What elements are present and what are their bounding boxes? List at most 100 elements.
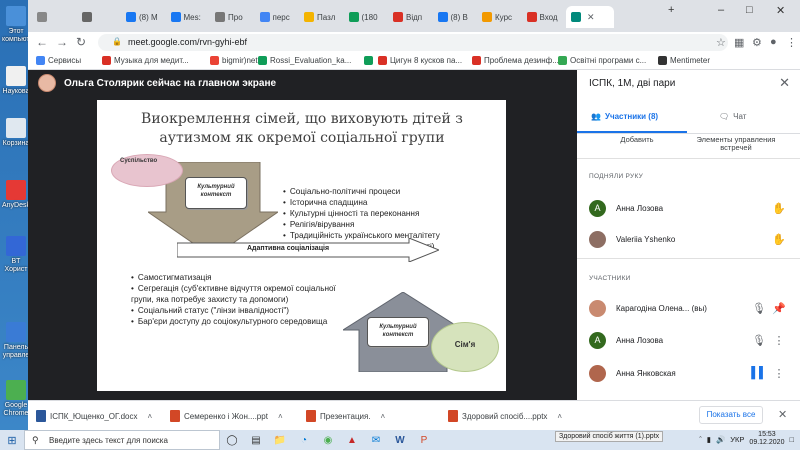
browser-tab[interactable]: Пазл xyxy=(299,6,342,28)
participant-name: Анна Лозова xyxy=(616,203,664,213)
close-icon[interactable]: ✕ xyxy=(779,75,790,91)
add-people-button[interactable]: Добавить xyxy=(607,136,667,144)
puzzle-icon[interactable]: ⚙ xyxy=(752,36,762,49)
up-chevron-icon[interactable]: ˆ xyxy=(699,435,702,444)
bookmark-item[interactable]: Освітні програми с... xyxy=(558,56,646,65)
download-item[interactable]: Здоровий спосіб....pptx ˄ xyxy=(448,406,562,426)
edge-icon[interactable]: ◔ xyxy=(292,430,316,450)
desktop-app-icon xyxy=(6,322,26,342)
desktop-icon[interactable]: Наукова xyxy=(2,66,30,96)
browser-tab[interactable]: Mes: xyxy=(166,6,209,28)
address-bar[interactable]: 🔒 meet.google.com/rvn-gyhi-ebf xyxy=(98,34,728,51)
chevron-up-icon[interactable]: ˄ xyxy=(557,412,562,421)
bookmark-item[interactable]: Проблема дезинф... xyxy=(472,56,559,65)
close-icon[interactable]: ✕ xyxy=(778,408,787,421)
download-item[interactable]: Семеренко і Жон....ppt ˄ xyxy=(170,406,283,426)
browser-tab[interactable]: (8) В xyxy=(433,6,476,28)
more-icon[interactable]: ⋮ xyxy=(769,334,789,347)
close-icon[interactable]: ✕ xyxy=(587,12,595,23)
bookmark-item[interactable]: Цигун 8 кусков па... xyxy=(378,56,462,65)
download-item[interactable]: Презентация. ˄ xyxy=(306,406,385,426)
tab-participants[interactable]: 👥 Участники (8) xyxy=(591,112,658,121)
close-window-icon[interactable]: ✕ xyxy=(776,4,785,17)
back-icon[interactable]: ← xyxy=(36,35,48,49)
tab-chat[interactable]: 🗨 Чат xyxy=(719,112,746,121)
pin-icon[interactable]: 📌 xyxy=(769,302,789,315)
more-icon[interactable]: ⋮ xyxy=(769,367,789,380)
cortana-icon[interactable]: ◯ xyxy=(220,430,244,450)
word-icon[interactable]: W xyxy=(388,430,412,450)
desktop-icon[interactable]: Корзина xyxy=(2,118,30,148)
show-all-button[interactable]: Показать все xyxy=(699,406,763,424)
minimize-icon[interactable]: – xyxy=(718,4,724,16)
task-view-icon[interactable]: ▤ xyxy=(244,430,268,450)
facebook-icon xyxy=(437,12,448,22)
desktop-app-icon xyxy=(6,66,26,86)
chrome-icon[interactable]: ◉ xyxy=(316,430,340,450)
mail-icon xyxy=(37,12,47,22)
download-filename: ІСПК_Ющенко_ОГ.docx xyxy=(50,411,138,421)
mic-off-icon[interactable]: 🎙 xyxy=(749,302,769,315)
browser-tab[interactable]: Відп xyxy=(388,6,431,28)
desktop-icon[interactable]: BT Хорист xyxy=(2,236,30,274)
volume-icon[interactable]: 🔊 xyxy=(716,435,725,444)
bookmark-item[interactable] xyxy=(364,56,376,65)
powerpoint-icon[interactable]: P xyxy=(412,430,436,450)
profile-icon[interactable]: ● xyxy=(770,36,777,48)
menu-icon[interactable]: ⋮ xyxy=(786,36,797,49)
new-tab-icon[interactable]: + xyxy=(668,4,674,16)
extensions-icon[interactable]: ▦ xyxy=(734,36,744,49)
maximize-icon[interactable]: □ xyxy=(746,4,753,16)
list-item: A Анна Лозова ✋ xyxy=(589,198,789,218)
clock-date: 09.12.2020 xyxy=(749,439,785,446)
chevron-up-icon[interactable]: ˄ xyxy=(278,412,283,421)
mail-icon[interactable]: ✉ xyxy=(364,430,388,450)
desktop-icon[interactable]: Google Chrome xyxy=(2,380,30,418)
participant-name: Анна Янковская xyxy=(616,368,676,378)
file-explorer-icon[interactable]: 📁 xyxy=(268,430,292,450)
star-icon[interactable]: ☆ xyxy=(716,36,726,49)
forward-icon[interactable]: → xyxy=(56,35,68,49)
mic-off-icon[interactable]: 🎙 xyxy=(749,334,769,347)
browser-tab[interactable]: Про xyxy=(210,6,253,28)
network-icon[interactable]: ▮ xyxy=(707,435,711,444)
desktop-icon-label: Наукова xyxy=(2,88,30,95)
bookmark-item[interactable]: Mentimeter xyxy=(658,56,710,65)
browser-tab[interactable]: перс xyxy=(255,6,298,28)
list-item: Культурні цінності та переконання xyxy=(283,208,503,219)
download-item[interactable]: ІСПК_Ющенко_ОГ.docx ˄ xyxy=(36,406,152,426)
chevron-up-icon[interactable]: ˄ xyxy=(381,412,386,421)
meeting-controls-button[interactable]: Элементы управления встречей xyxy=(695,136,777,152)
browser-tab[interactable]: Вход xyxy=(522,6,565,28)
browser-tab[interactable]: (180 xyxy=(344,6,387,28)
language-indicator[interactable]: УКР xyxy=(730,435,744,444)
search-input[interactable]: ⚲ Введите здесь текст для поиска xyxy=(24,430,220,450)
chevron-up-icon[interactable]: ˄ xyxy=(148,412,153,421)
bookmark-favicon-icon xyxy=(36,56,45,65)
raised-hand-icon[interactable]: ✋ xyxy=(769,233,789,246)
reload-icon[interactable]: ↻ xyxy=(76,35,86,49)
browser-tab[interactable]: ✕ xyxy=(566,6,614,28)
browser-tab[interactable] xyxy=(77,6,120,28)
bookmark-item[interactable]: Rossi_Evaluation_ka... xyxy=(258,56,351,65)
arrow-label: Адаптивна соціалізація xyxy=(247,245,330,252)
chat-icon: 🗨 xyxy=(719,112,730,121)
browser-tab[interactable]: Курс xyxy=(477,6,520,28)
bookmark-item[interactable]: Сервисы xyxy=(36,56,81,65)
bookmark-item[interactable]: Музыка для медит... xyxy=(102,56,189,65)
browser-tab[interactable]: (8) М xyxy=(121,6,164,28)
notifications-icon[interactable]: □ xyxy=(789,435,794,444)
acrobat-icon[interactable]: ▲ xyxy=(340,430,364,450)
browser-tab[interactable] xyxy=(32,6,75,28)
bookmark-item[interactable]: bigmir)net xyxy=(210,56,258,65)
desktop-icon[interactable]: Панель управле xyxy=(2,322,30,360)
raised-hand-icon[interactable]: ✋ xyxy=(769,202,789,215)
list-item: Релігія/вірування xyxy=(283,219,503,230)
tab-label: (8) М xyxy=(139,12,158,22)
desktop-icon[interactable]: Этот компьютер xyxy=(2,6,37,44)
desktop-icon[interactable]: AnyDesk xyxy=(2,180,30,210)
windows-start-icon[interactable]: ⊞ xyxy=(0,434,24,447)
tab-label: Курс xyxy=(495,12,513,22)
doc-icon xyxy=(393,12,403,22)
clock[interactable]: 15:53 09.12.2020 xyxy=(749,431,784,447)
